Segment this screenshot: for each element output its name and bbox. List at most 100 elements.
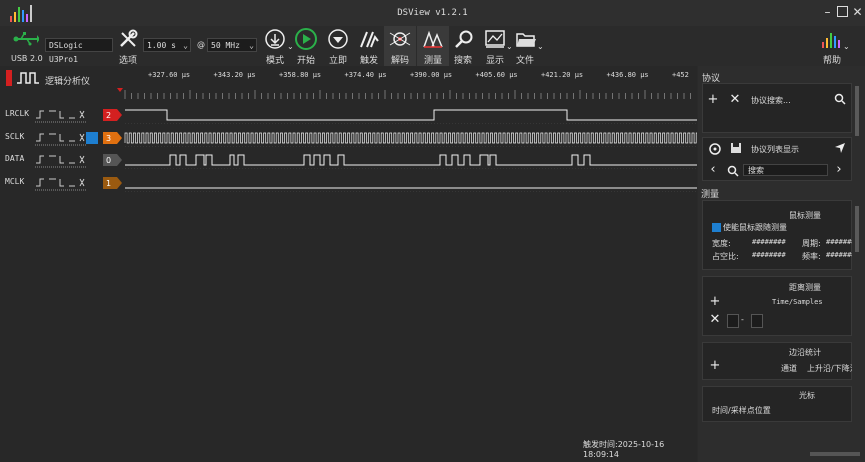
follow-label[interactable]: 使能鼠标跟随测量 (723, 222, 787, 233)
channel-name[interactable]: DATA (5, 154, 24, 163)
channel-index: 3 (106, 134, 111, 143)
next-icon[interactable]: › (833, 163, 845, 177)
maximize-button[interactable] (836, 6, 849, 19)
trigger-time: 触发时间:2025-10-16 18:09:14 (583, 440, 665, 459)
wrench-screwdriver-icon[interactable] (118, 29, 138, 49)
horizontal-scrollbar[interactable] (810, 452, 860, 456)
measure-scrollbar[interactable] (855, 206, 859, 252)
close-button[interactable]: ✕ (851, 6, 864, 19)
help-label[interactable]: 帮助 (818, 53, 846, 66)
period-value: ######## (826, 238, 852, 246)
follow-checkbox[interactable] (712, 223, 721, 232)
measure-label: 测量 (423, 56, 442, 66)
help-chevron-icon[interactable]: ⌄ (843, 42, 850, 51)
duty-label: 占空比: (712, 252, 739, 261)
minimize-button[interactable]: – (821, 6, 834, 19)
cursor-label: 时间/采样点位置 (712, 406, 771, 415)
ruler-tick-label: +452 (672, 71, 689, 79)
window-title: DSView v1.2.1 (397, 8, 468, 18)
channel-trace: 1 (35, 176, 697, 192)
channel-row-mclk[interactable]: 1 MCLK (0, 174, 697, 192)
ruler-tick-label: +405.60 μs (475, 71, 518, 79)
decode-label: 解码 (390, 56, 409, 66)
start-label[interactable]: 开始 (293, 53, 319, 66)
protocol-scrollbar[interactable] (855, 86, 859, 136)
instant-capture-icon[interactable] (327, 29, 349, 49)
navigate-icon[interactable] (834, 142, 846, 154)
add-edge-icon[interactable]: + (709, 359, 721, 373)
protocol-dock: + ✕ 协议搜索... (702, 83, 852, 133)
right-panel: 协议 + ✕ 协议搜索... 协议列表显示 ‹ 搜索 › 测量 鼠标测量 使能鼠… (698, 66, 865, 462)
start-play-icon[interactable] (293, 28, 319, 50)
time-samples-label: Time/Samples (772, 298, 823, 306)
waveform-canvas[interactable]: 逻辑分析仪 +327.60 μs +343.20 μs +358.80 μs +374… (0, 66, 697, 462)
channel-row-data[interactable]: 0 DATA (0, 151, 697, 169)
trigger-setting-icons[interactable] (36, 133, 85, 141)
sample-time-value: 1.00 s (147, 41, 176, 50)
distance-start-select[interactable] (727, 314, 739, 328)
cursor-dock: 光标 时间/采样点位置 (702, 386, 852, 422)
channel-row-sclk[interactable]: 3 SCLK (0, 129, 697, 147)
trigger-setting-icons[interactable] (36, 178, 85, 186)
file-label[interactable]: 文件 (512, 53, 538, 66)
mouse-measure-dock: 鼠标测量 使能鼠标跟随测量 宽度: ######## 周期: ######## … (702, 200, 852, 270)
list-search-icon[interactable] (727, 165, 739, 177)
display-label[interactable]: 显示 (482, 53, 508, 66)
remove-distance-icon[interactable]: ✕ (709, 313, 721, 327)
channel-trace: 2 (35, 109, 697, 124)
channel-list: 2 LRCLK 3 SCLK 0 DATA 1 MCLK (0, 106, 697, 196)
settings-icon[interactable] (709, 143, 721, 155)
measure-button[interactable]: 测量 (417, 26, 449, 66)
channel-trace: 3 (35, 131, 697, 147)
distance-title: 距离测量 (789, 283, 821, 292)
trigger-setting-icons[interactable] (36, 155, 85, 164)
ruler-tick-label: +358.80 μs (279, 71, 322, 79)
channel-row-lrclk[interactable]: 2 LRCLK (0, 106, 697, 124)
folder-icon[interactable] (515, 29, 537, 49)
sample-time-select[interactable]: 1.00 s ⌄ (143, 38, 191, 52)
remove-protocol-icon[interactable]: ✕ (728, 93, 742, 107)
trigger-setting-icons[interactable] (36, 110, 85, 119)
distance-end-select[interactable] (751, 314, 763, 328)
mode-icon[interactable] (264, 29, 286, 49)
period-label: 周期: (802, 239, 821, 248)
ruler-tick-label: +436.80 μs (606, 71, 649, 79)
save-icon[interactable] (730, 142, 742, 154)
at-label: @ (197, 40, 205, 49)
usb-label: USB 2.0 (11, 54, 43, 63)
display-chevron-icon[interactable]: ⌄ (506, 42, 513, 51)
waveform (124, 132, 697, 143)
usb-icon[interactable] (13, 32, 39, 46)
channel-name[interactable]: MCLK (5, 177, 24, 186)
instant-label[interactable]: 立即 (325, 53, 351, 66)
channel-name[interactable]: LRCLK (5, 109, 29, 118)
trigger-marker-icon[interactable] (117, 88, 123, 92)
decode-button[interactable]: 解码 (384, 26, 416, 66)
add-distance-icon[interactable]: + (709, 295, 721, 309)
mode-label[interactable]: 模式 (262, 53, 288, 66)
options-label[interactable]: 选项 (115, 53, 141, 66)
decode-icon (389, 32, 411, 46)
add-protocol-icon[interactable]: + (706, 93, 720, 107)
channel-index: 2 (106, 111, 111, 120)
search-icon[interactable] (454, 29, 474, 49)
channel-label: 通道 (781, 364, 797, 373)
channel-name[interactable]: SCLK (5, 132, 24, 141)
trigger-icon[interactable] (358, 29, 380, 49)
device-select[interactable]: DSLogic U3Pro1 (45, 38, 113, 64)
file-chevron-icon[interactable]: ⌄ (537, 42, 544, 51)
edge-label: 上升沿/下降沿 (807, 364, 852, 373)
previous-icon[interactable]: ‹ (707, 163, 719, 177)
protocol-list-display[interactable]: 协议列表显示 (751, 144, 799, 155)
trigger-label[interactable]: 触发 (356, 53, 382, 66)
sample-rate-select[interactable]: 50 MHz ⌄ (207, 38, 257, 52)
display-icon[interactable] (484, 29, 506, 49)
distance-measure-dock: 距离测量 + Time/Samples ✕ - (702, 276, 852, 336)
help-logo-icon[interactable] (820, 30, 844, 50)
list-search-input[interactable]: 搜索 (743, 164, 828, 176)
search-label[interactable]: 搜索 (450, 53, 476, 66)
duty-value: ######## (752, 251, 786, 259)
ruler-tick-label: +421.20 μs (541, 71, 584, 79)
protocol-search-icon[interactable] (834, 93, 846, 105)
protocol-search-input[interactable]: 协议搜索... (751, 95, 791, 106)
